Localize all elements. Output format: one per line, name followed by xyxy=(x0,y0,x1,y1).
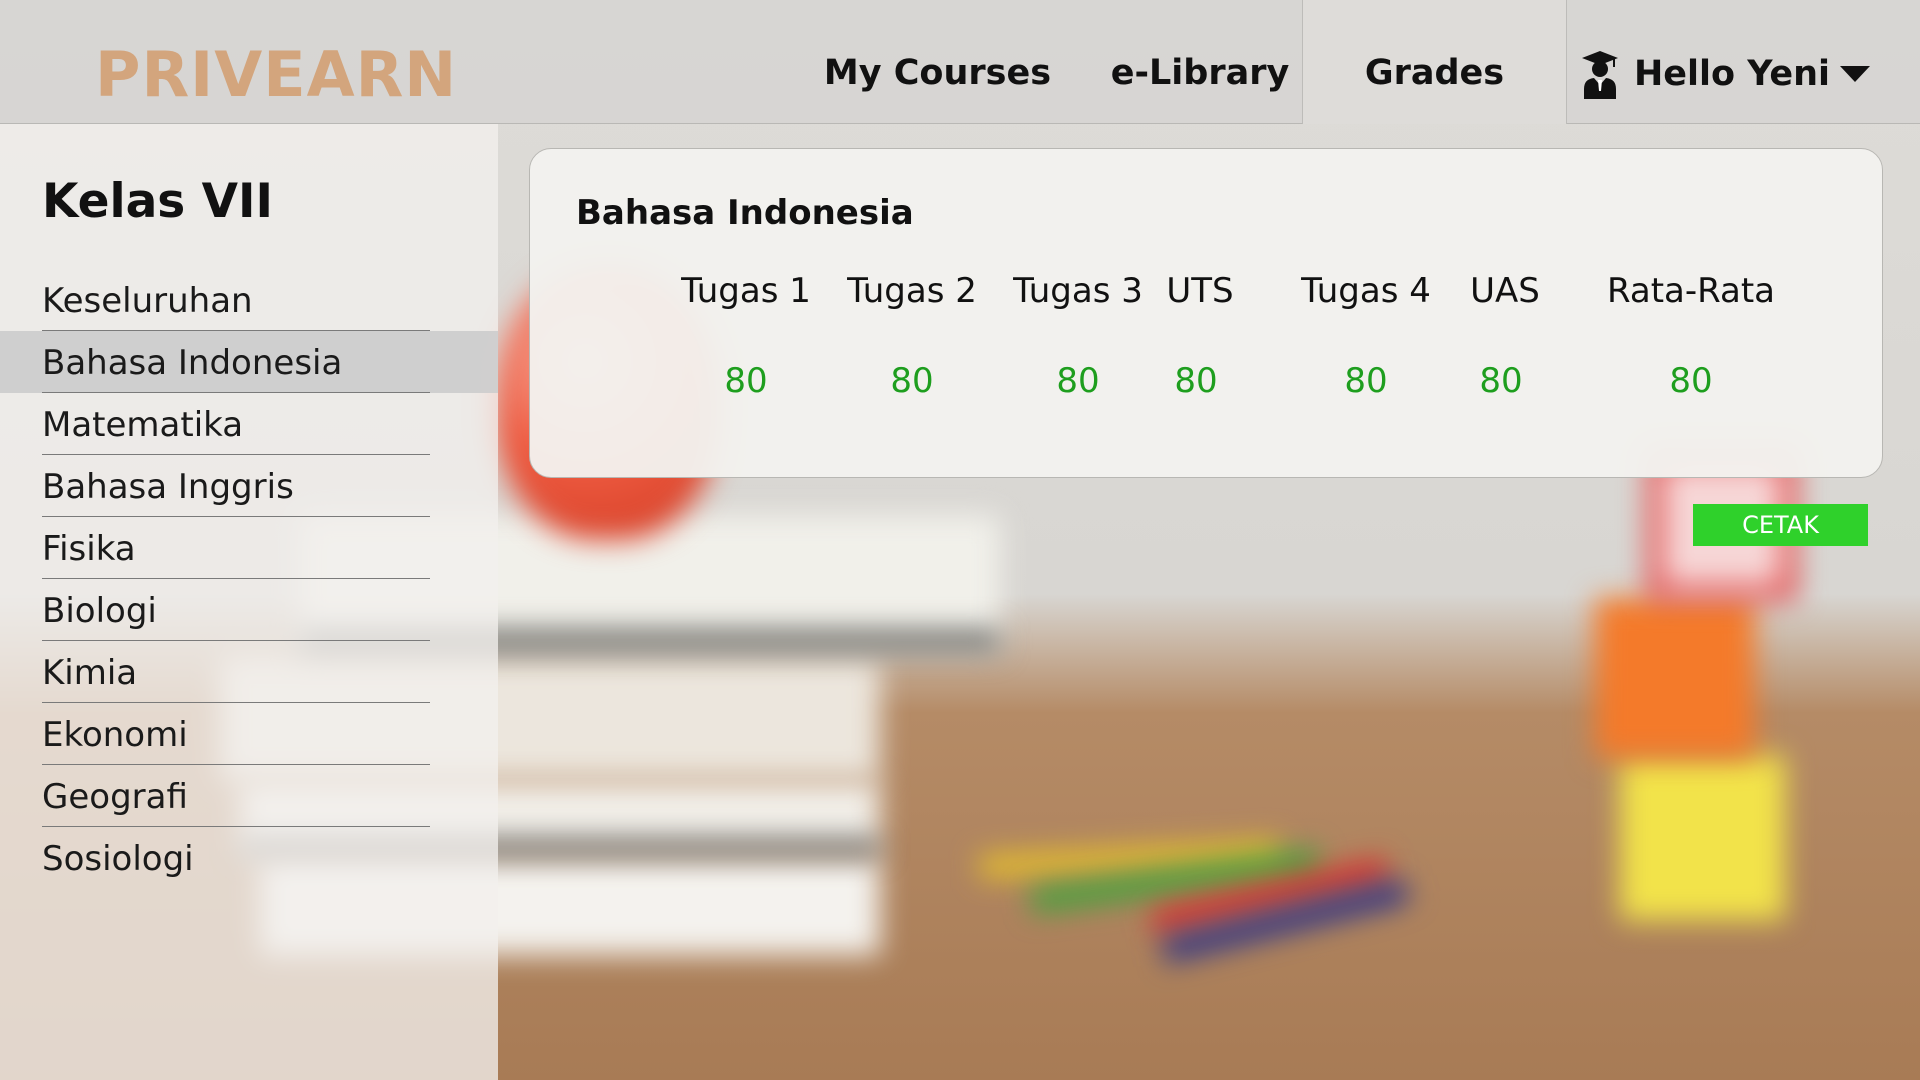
sidebar-item-matematika[interactable]: Matematika xyxy=(0,393,498,455)
subject-menu: Keseluruhan Bahasa Indonesia Matematika … xyxy=(0,269,498,889)
column-header: Tugas 3 xyxy=(1013,271,1143,311)
sidebar-item-label: Geografi xyxy=(42,777,188,817)
user-menu[interactable]: Hello Yeni xyxy=(1580,46,1871,102)
subject-sidebar: Kelas VII Keseluruhan Bahasa Indonesia M… xyxy=(0,124,498,1080)
class-title: Kelas VII xyxy=(42,174,273,229)
sidebar-item-fisika[interactable]: Fisika xyxy=(0,517,498,579)
column-header: Tugas 4 xyxy=(1301,271,1431,311)
nav-elibrary[interactable]: e-Library xyxy=(1105,0,1295,124)
sidebar-item-sosiologi[interactable]: Sosiologi xyxy=(0,827,498,889)
grade-value: 80 xyxy=(724,361,768,401)
grade-value: 80 xyxy=(1669,361,1713,401)
sidebar-item-geografi[interactable]: Geografi xyxy=(0,765,498,827)
user-greeting: Hello Yeni xyxy=(1634,54,1831,94)
sidebar-item-label: Bahasa Inggris xyxy=(42,467,294,507)
column-header: UTS xyxy=(1166,271,1234,311)
sidebar-item-biologi[interactable]: Biologi xyxy=(0,579,498,641)
sidebar-item-label: Biologi xyxy=(42,591,157,631)
caret-down-icon xyxy=(1840,66,1871,82)
sidebar-item-label: Bahasa Indonesia xyxy=(42,343,343,383)
graduate-user-icon xyxy=(1582,51,1618,99)
sidebar-item-label: Kimia xyxy=(42,653,138,693)
sidebar-item-label: Keseluruhan xyxy=(42,281,253,321)
nav-grades[interactable]: Grades xyxy=(1302,0,1567,124)
sidebar-item-label: Fisika xyxy=(42,529,136,569)
grade-card: Bahasa Indonesia Tugas 1 Tugas 2 Tugas 3… xyxy=(529,148,1883,478)
column-header: Rata-Rata xyxy=(1606,271,1776,311)
sidebar-item-ekonomi[interactable]: Ekonomi xyxy=(0,703,498,765)
sidebar-item-label: Matematika xyxy=(42,405,244,445)
top-navigation-bar: PRIVEARN My Courses e-Library Grades Hel… xyxy=(0,0,1920,124)
grade-value: 80 xyxy=(1174,361,1218,401)
grade-value: 80 xyxy=(1056,361,1100,401)
subject-title: Bahasa Indonesia xyxy=(576,193,914,233)
grade-value: 80 xyxy=(1344,361,1388,401)
sidebar-item-label: Sosiologi xyxy=(42,839,194,879)
sidebar-item-bahasa-indonesia[interactable]: Bahasa Indonesia xyxy=(0,331,498,393)
column-header: Tugas 1 xyxy=(681,271,811,311)
column-header: Tugas 2 xyxy=(847,271,977,311)
nav-my-courses[interactable]: My Courses xyxy=(815,0,1060,124)
grade-value: 80 xyxy=(890,361,934,401)
app-logo[interactable]: PRIVEARN xyxy=(95,38,457,111)
print-button[interactable]: CETAK xyxy=(1693,504,1868,546)
column-header: UAS xyxy=(1470,271,1540,311)
grade-value: 80 xyxy=(1479,361,1523,401)
sidebar-item-kimia[interactable]: Kimia xyxy=(0,641,498,703)
sidebar-item-bahasa-inggris[interactable]: Bahasa Inggris xyxy=(0,455,498,517)
sidebar-item-keseluruhan[interactable]: Keseluruhan xyxy=(0,269,498,331)
sidebar-item-label: Ekonomi xyxy=(42,715,188,755)
